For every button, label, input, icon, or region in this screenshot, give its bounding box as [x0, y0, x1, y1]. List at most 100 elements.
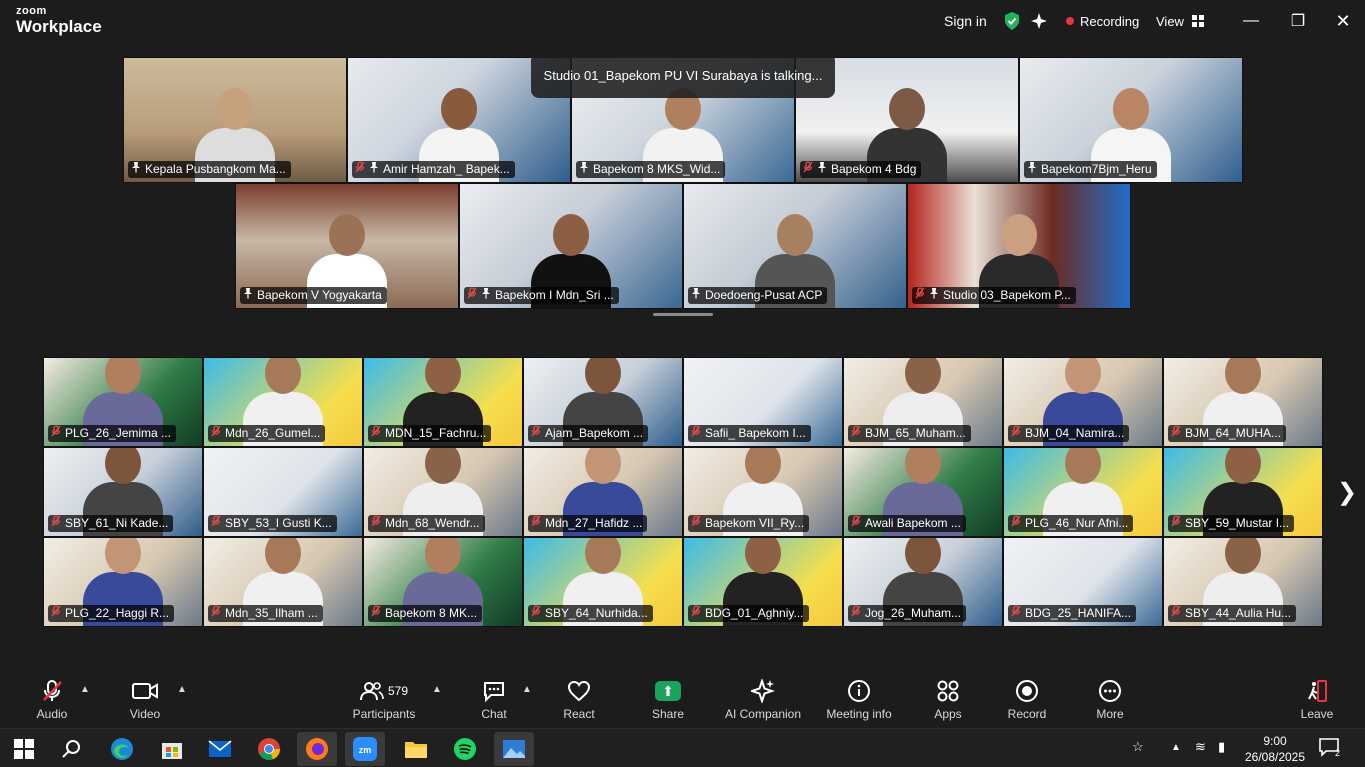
apps-button[interactable]: Apps [903, 678, 993, 721]
view-button[interactable]: View [1156, 10, 1204, 32]
react-button[interactable]: React [534, 678, 624, 721]
participant-name-label: Doedoeng-Pusat ACP [688, 287, 828, 304]
video-tile[interactable]: Awali Bapekom ... [843, 447, 1003, 537]
minimize-button[interactable]: — [1240, 10, 1262, 32]
people-icon[interactable]: ☆ [1132, 739, 1144, 755]
video-tile[interactable]: BJM_64_MUHA... [1163, 357, 1323, 447]
video-tile[interactable]: PLG_22_Haggi R... [43, 537, 203, 627]
participant-name: Kepala Pusbangkom Ma... [145, 162, 286, 176]
video-tile[interactable]: Doedoeng-Pusat ACP [683, 183, 907, 309]
video-tile[interactable]: Safii_ Bapekom I... [683, 357, 843, 447]
video-tile[interactable]: Mdn_68_Wendr... [363, 447, 523, 537]
recording-indicator[interactable]: Recording [1066, 10, 1139, 32]
video-tile[interactable]: SBY_59_Mustar I... [1163, 447, 1323, 537]
record-label: Record [1007, 707, 1047, 721]
participants-button[interactable]: 579 Participants [339, 678, 429, 721]
video-tile[interactable]: PLG_26_Jemima ... [43, 357, 203, 447]
chat-options-caret-icon[interactable]: ▲ [522, 684, 532, 695]
wifi-icon[interactable]: ≋ [1195, 739, 1206, 755]
video-tile[interactable]: BDG_25_HANIFA... [1003, 537, 1163, 627]
share-label: Share [651, 707, 685, 721]
more-label: More [1096, 707, 1124, 721]
next-page-chevron-icon[interactable]: ❯ [1336, 478, 1358, 506]
video-tile[interactable]: BJM_65_Muham... [843, 357, 1003, 447]
video-tile[interactable]: SBY_61_Ni Kade... [43, 447, 203, 537]
video-label: Video [129, 707, 161, 721]
participant-name: SBY_59_Mustar I... [1185, 516, 1290, 530]
restore-button[interactable]: ❐ [1287, 10, 1309, 32]
mail-icon[interactable] [200, 732, 240, 766]
ai-companion-button[interactable]: AI Companion [718, 678, 808, 721]
clock-time: 9:00 [1263, 734, 1287, 748]
participant-name-label: BJM_65_Muham... [848, 425, 971, 442]
zoom-app-icon[interactable]: zm [345, 732, 385, 766]
video-tile[interactable]: BDG_01_Aghniy... [683, 537, 843, 627]
mic-muted-icon [51, 425, 61, 442]
pin-icon [691, 287, 701, 304]
battery-icon[interactable]: ▮ [1218, 739, 1225, 755]
pin-icon [929, 287, 939, 304]
mic-muted-icon [51, 605, 61, 622]
video-tile[interactable]: Jog_26_Muham... [843, 537, 1003, 627]
leave-button[interactable]: Leave [1272, 678, 1362, 721]
participant-name-label: Bapekom 4 Bdg [800, 161, 922, 178]
video-tile[interactable]: Kepala Pusbangkom Ma... [123, 57, 347, 183]
microsoft-store-icon[interactable] [152, 732, 192, 766]
mic-muted-icon [355, 161, 365, 178]
video-tile[interactable]: Mdn_27_Hafidz ... [523, 447, 683, 537]
participant-name-label: Bapekom V Yogyakarta [240, 287, 387, 304]
chrome-icon[interactable] [249, 732, 289, 766]
video-tile[interactable]: MDN_15_Fachru... [363, 357, 523, 447]
notification-center-icon[interactable]: 2 [1318, 736, 1340, 761]
more-button[interactable]: More [1065, 678, 1155, 721]
video-tile[interactable]: Bapekom 8 MK... [363, 537, 523, 627]
participant-name-label: Bapekom 8 MK... [368, 605, 483, 622]
participant-name: Mdn_68_Wendr... [385, 516, 480, 530]
video-tile[interactable]: Studio 03_Bapekom P... [907, 183, 1131, 309]
file-explorer-icon[interactable] [396, 732, 436, 766]
participant-name-label: Mdn_35_Ilham ... [208, 605, 323, 622]
video-tile[interactable]: PLG_46_Nur Afni... [1003, 447, 1163, 537]
tray-expand-caret-icon[interactable]: ▲ [1171, 742, 1181, 753]
video-tile[interactable]: SBY_53_I Gusti K... [203, 447, 363, 537]
grid-icon [1191, 15, 1204, 27]
video-tile[interactable]: BJM_04_Namira... [1003, 357, 1163, 447]
mic-muted-icon [51, 515, 61, 532]
participants-options-caret-icon[interactable]: ▲ [432, 684, 442, 695]
video-tile[interactable]: Ajam_Bapekom ... [523, 357, 683, 447]
video-tile[interactable]: SBY_64_Nurhida... [523, 537, 683, 627]
video-tile[interactable]: Bapekom I Mdn_Sri ... [459, 183, 683, 309]
video-tile[interactable]: Bapekom VII_Ry... [683, 447, 843, 537]
top-area-scrollbar[interactable] [653, 313, 713, 316]
ai-sparkle-icon[interactable] [1031, 10, 1049, 32]
participant-name: PLG_26_Jemima ... [65, 426, 172, 440]
participant-name: MDN_15_Fachru... [385, 426, 487, 440]
video-options-caret-icon[interactable]: ▲ [177, 684, 187, 695]
active-speaker-banner: Studio 01_Bapekom PU VI Surabaya is talk… [531, 53, 835, 98]
windows-start-icon[interactable] [4, 732, 44, 766]
audio-options-caret-icon[interactable]: ▲ [80, 684, 90, 695]
participant-name-label: SBY_59_Mustar I... [1168, 515, 1295, 532]
edge-browser-icon[interactable] [102, 732, 142, 766]
record-button[interactable]: Record [982, 678, 1072, 721]
meeting-info-button[interactable]: Meeting info [814, 678, 904, 721]
video-tile[interactable]: Bapekom V Yogyakarta [235, 183, 459, 309]
video-tile[interactable]: SBY_44_Aulia Hu... [1163, 537, 1323, 627]
shield-icon[interactable] [1003, 10, 1021, 32]
search-icon[interactable] [52, 732, 92, 766]
close-button[interactable]: ✕ [1332, 10, 1354, 32]
system-clock[interactable]: 9:00 26/08/2025 [1240, 733, 1310, 765]
share-button[interactable]: ⬆ Share [623, 678, 713, 721]
spotify-icon[interactable] [445, 732, 485, 766]
video-tile[interactable]: Mdn_26_Gumel... [203, 357, 363, 447]
firefox-icon[interactable] [297, 732, 337, 766]
participant-name-label: PLG_26_Jemima ... [48, 425, 177, 442]
participant-name-label: Mdn_27_Hafidz ... [528, 515, 648, 532]
video-tile[interactable]: Bapekom7Bjm_Heru [1019, 57, 1243, 183]
sign-in-button[interactable]: Sign in [944, 10, 987, 32]
participant-name-label: Ajam_Bapekom ... [528, 425, 649, 442]
photos-icon[interactable] [494, 732, 534, 766]
participant-name: SBY_53_I Gusti K... [225, 516, 332, 530]
video-tile[interactable]: Mdn_35_Ilham ... [203, 537, 363, 627]
zoom-window: zoom Workplace Sign in Recording View — … [0, 0, 1365, 767]
